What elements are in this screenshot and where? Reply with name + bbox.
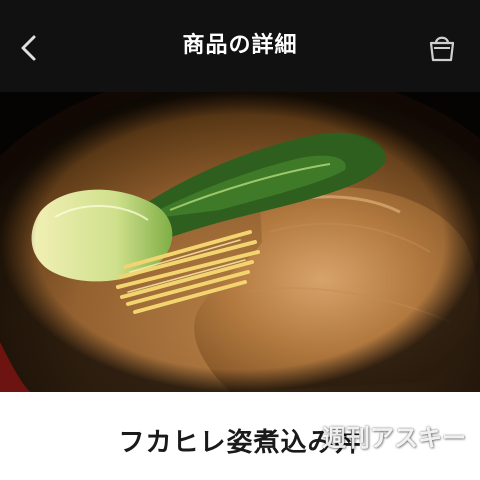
product-name: フカヒレ姿煮込み丼: [118, 428, 362, 458]
shopping-bag-icon: [429, 36, 455, 62]
product-image-carousel[interactable]: [0, 92, 480, 392]
nav-bar: 商品の詳細: [0, 0, 480, 92]
cart-button[interactable]: [422, 28, 462, 68]
product-info: フカヒレ姿煮込み丼: [0, 392, 480, 480]
page-title: 商品の詳細: [182, 33, 298, 58]
product-photo: [0, 92, 480, 392]
product-detail-screen: 商品の詳細 フカヒレ姿煮込み丼 週刊アスキー: [0, 0, 480, 480]
